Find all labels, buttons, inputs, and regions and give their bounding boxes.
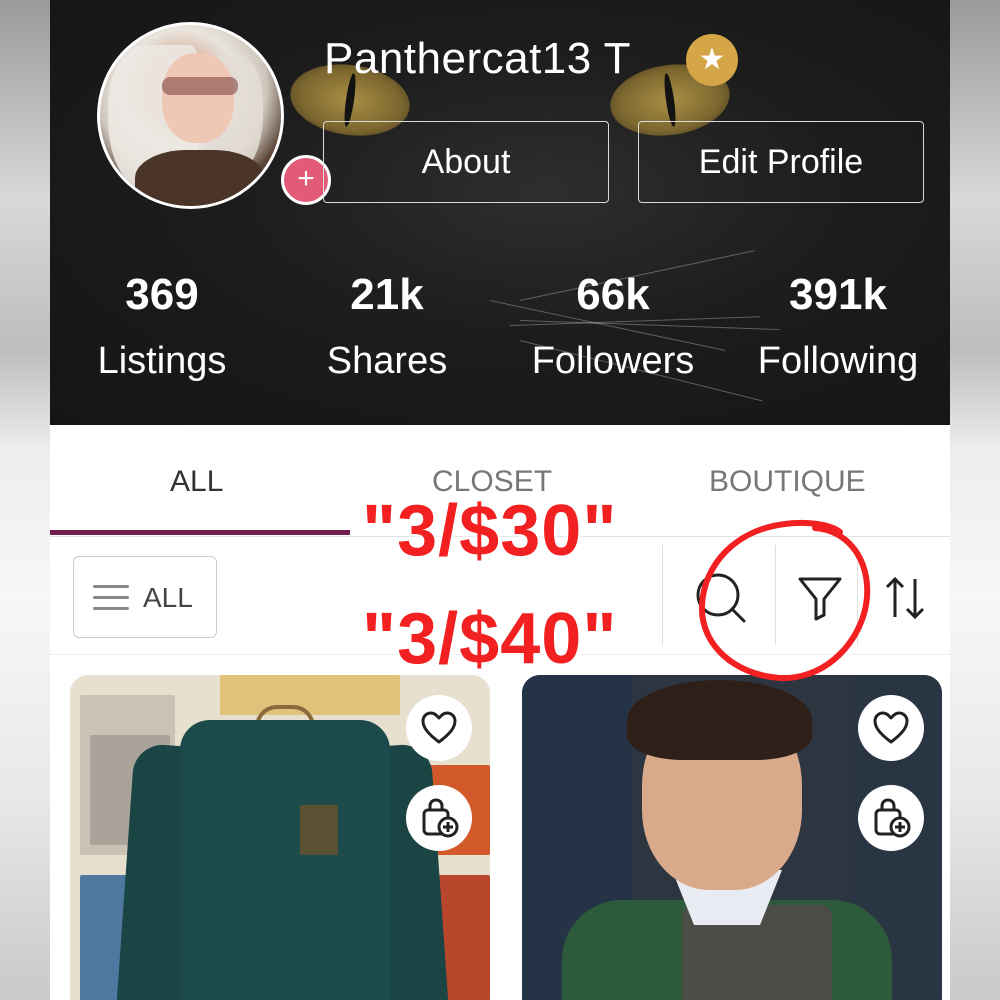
star-icon: ★	[686, 34, 738, 86]
listing-photo-poster	[220, 675, 400, 715]
avatar[interactable]	[97, 22, 284, 209]
stat-label: Shares	[326, 340, 448, 382]
listing-card[interactable]	[522, 675, 942, 1000]
left-blurred-edge	[0, 0, 50, 1000]
edit-profile-button[interactable]: Edit Profile	[638, 121, 924, 203]
add-to-bundle-button[interactable]	[858, 785, 924, 851]
category-label: ALL	[143, 582, 193, 613]
stat-value: 391k	[789, 270, 887, 319]
annotation-circle	[698, 519, 871, 682]
stat-listings[interactable]: 369 Listings	[57, 270, 267, 383]
tab-all[interactable]: ALL	[170, 465, 223, 499]
heart-icon	[873, 711, 909, 744]
stat-value: 66k	[576, 270, 650, 319]
tab-boutique[interactable]: BOUTIQUE	[709, 465, 866, 499]
stat-shares[interactable]: 21k Shares	[282, 270, 492, 383]
price-annotation: "3/$30"	[362, 491, 618, 571]
profile-header: + Panthercat13 T ★ About Edit Profile 36…	[50, 0, 950, 425]
stat-value: 21k	[350, 270, 424, 319]
price-annotation: "3/$40"	[362, 599, 618, 679]
bag-add-icon	[874, 798, 911, 838]
category-all-button[interactable]: ALL	[73, 556, 217, 638]
right-blurred-edge	[950, 0, 1000, 1000]
stat-followers[interactable]: 66k Followers	[508, 270, 718, 383]
stat-following[interactable]: 391k Following	[733, 270, 943, 383]
stat-label: Following	[757, 340, 919, 382]
username: Panthercat13 T	[324, 34, 632, 83]
add-to-bundle-button[interactable]	[406, 785, 472, 851]
active-tab-indicator	[50, 530, 350, 535]
menu-icon	[93, 585, 129, 611]
listing-photo-hair	[627, 680, 812, 760]
listing-card[interactable]	[70, 675, 490, 1000]
like-button[interactable]	[406, 695, 472, 761]
about-button[interactable]: About	[323, 121, 609, 203]
bag-add-icon	[422, 798, 459, 838]
like-button[interactable]	[858, 695, 924, 761]
listing-photo-pocket	[300, 805, 338, 855]
profile-screen: + Panthercat13 T ★ About Edit Profile 36…	[50, 0, 950, 1000]
heart-icon	[421, 711, 457, 744]
stat-label: Followers	[531, 340, 695, 382]
divider	[662, 545, 663, 645]
stat-label: Listings	[97, 340, 227, 382]
stat-value: 369	[125, 270, 199, 319]
listing-photo-sweater	[180, 720, 390, 1000]
